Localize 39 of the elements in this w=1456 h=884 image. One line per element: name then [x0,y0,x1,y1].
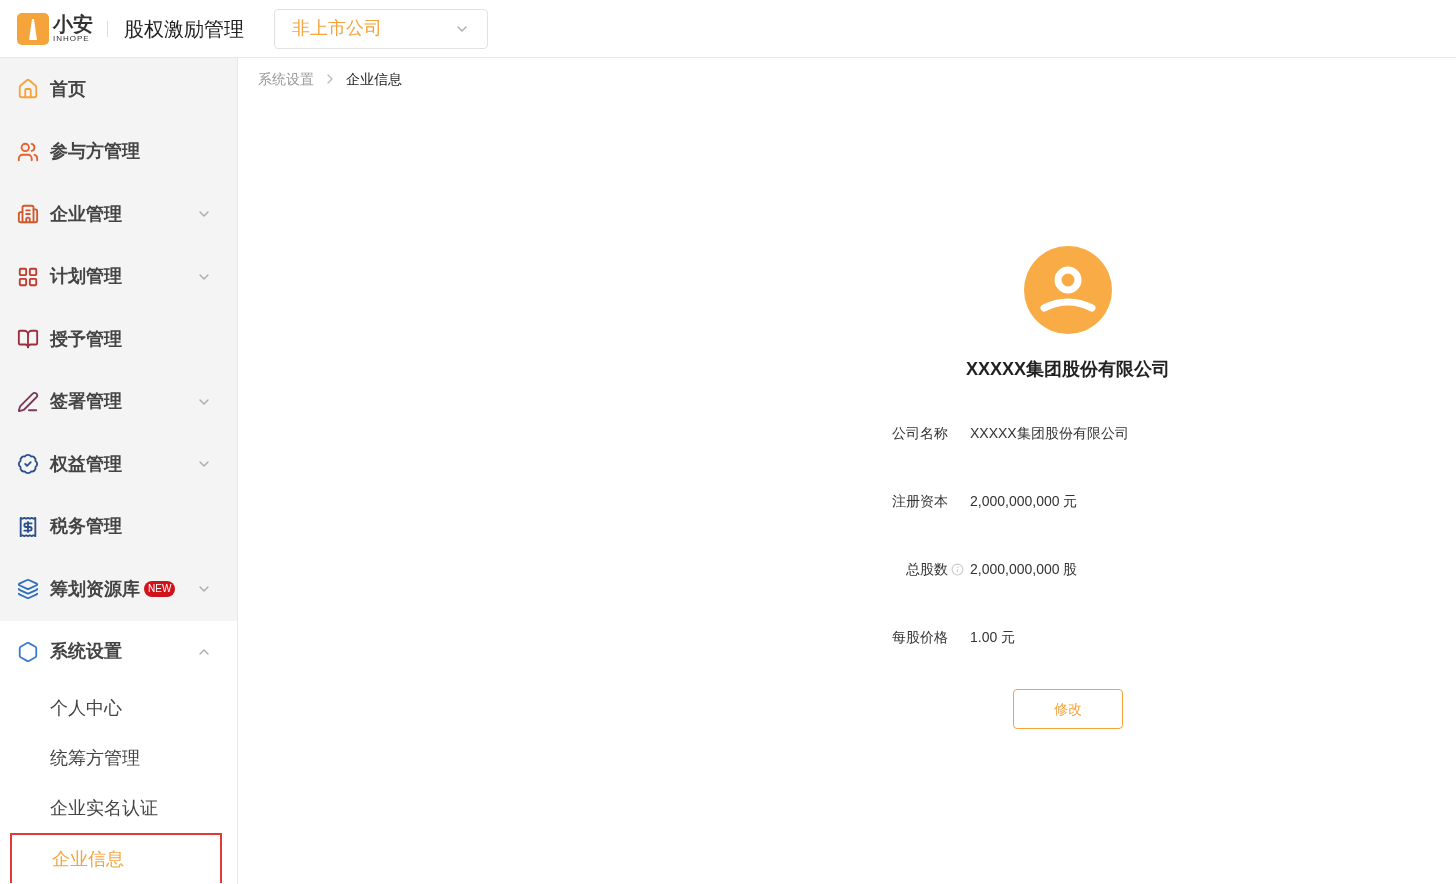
book-icon [17,328,39,351]
sidebar-item[interactable]: 权益管理 [0,433,237,496]
submenu-item[interactable]: 个人中心 [10,683,222,733]
hexagon-icon [17,640,39,663]
sidebar-item[interactable]: 参与方管理 [0,120,237,183]
sidebar-item[interactable]: 税务管理 [0,495,237,558]
sidebar-item[interactable]: 系统设置 [0,620,237,683]
avatar-icon [1024,246,1112,334]
field-value: 2,000,000,000 股 [970,560,1078,579]
breadcrumb-item: 企业信息 [346,69,402,89]
field-value: 2,000,000,000 元 [970,492,1078,511]
app-title: 股权激励管理 [124,16,244,42]
logo-icon [17,12,49,45]
building-icon [17,203,39,226]
field-value: 1.00 元 [970,628,1016,647]
sidebar-item[interactable]: 签署管理 [0,370,237,433]
field-label: 注册资本 [892,492,948,511]
field-value: XXXXX集团股份有限公司 [970,424,1129,443]
submenu-item[interactable]: 统筹方管理 [10,733,222,783]
sidebar-item[interactable]: 企业管理 [0,183,237,246]
logo-text: 小安 [53,14,93,34]
logo-subtext: INHOPE [53,35,91,43]
sidebar-item[interactable]: 授予管理 [0,308,237,371]
grid-icon [17,265,39,288]
field-label: 公司名称 [892,424,948,443]
users-icon [17,140,39,163]
sidebar-item[interactable]: 首页 [0,58,237,121]
sidebar-item[interactable]: 计划管理 [0,245,237,308]
field-label: 每股价格 [892,628,948,647]
submenu-item[interactable]: 企业实名认证 [10,783,222,833]
receipt-icon [17,515,39,538]
field-label: 总股数 [906,560,948,579]
company-name-heading: XXXXX集团股份有限公司 [965,358,1171,381]
layers-icon [17,578,39,601]
sidebar-item[interactable]: 筹划资源库 NEW [0,558,237,621]
badge-icon [17,453,39,476]
new-badge: NEW [144,581,176,598]
pen-icon [17,390,39,413]
home-icon [17,78,39,101]
